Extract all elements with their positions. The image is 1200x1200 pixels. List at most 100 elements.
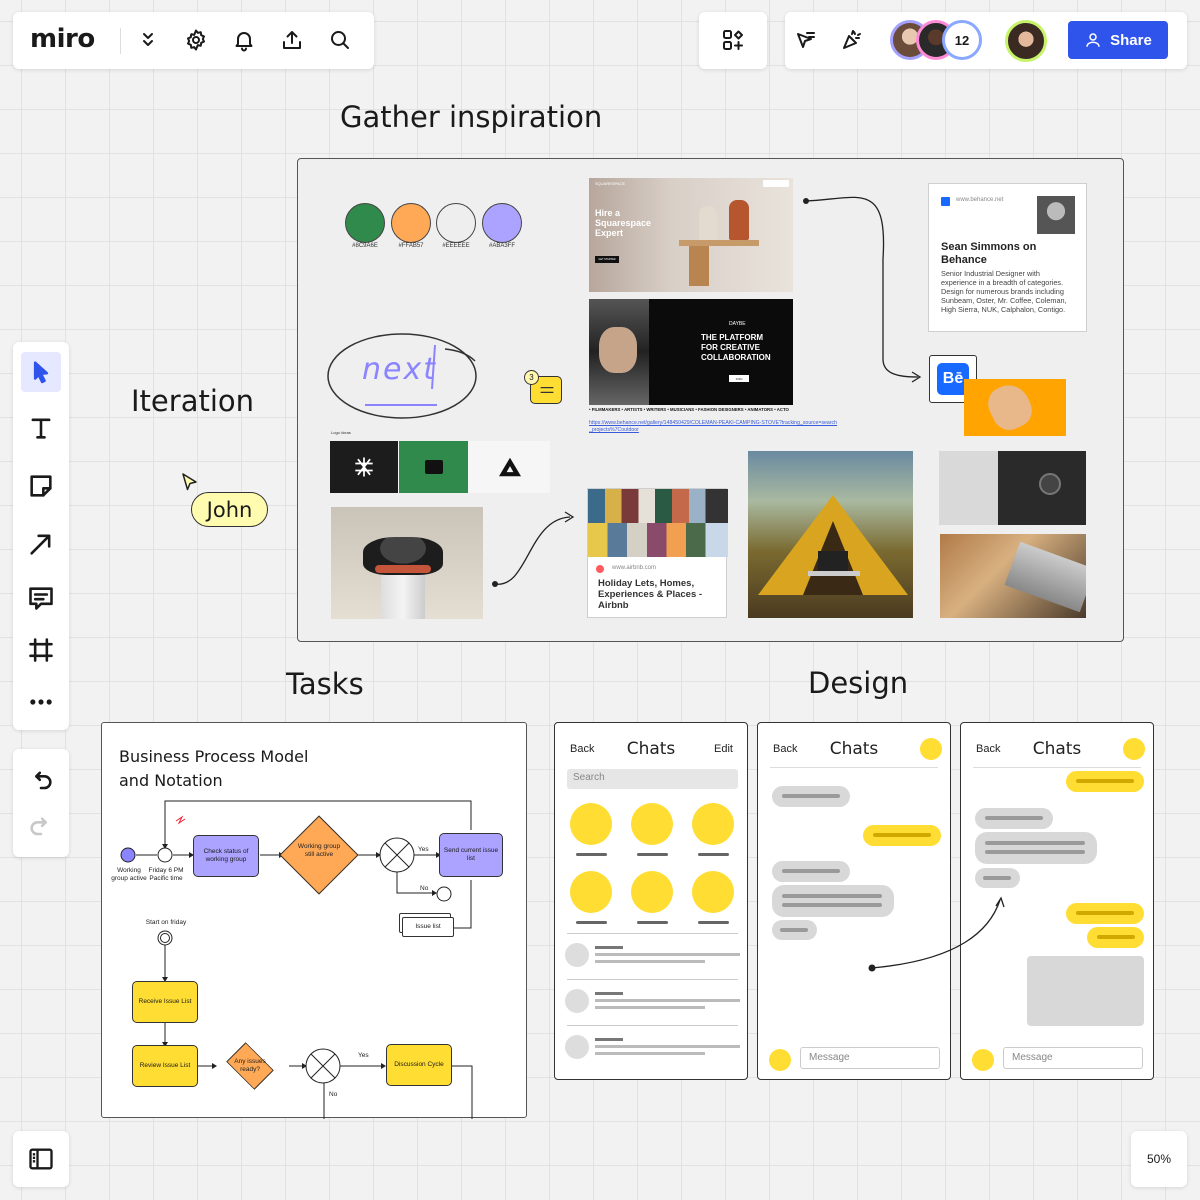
- bpmn-gateway-label: Working group still active: [297, 843, 341, 859]
- toolbar-divider: [120, 28, 121, 54]
- presentation-pointer-button[interactable]: [787, 22, 823, 58]
- export-button[interactable]: [274, 22, 310, 58]
- bpmn-task-check[interactable]: Check status of working group: [193, 835, 259, 877]
- airbnb-site: www.airbnb.com: [612, 565, 657, 571]
- comment-tool[interactable]: [21, 578, 61, 618]
- current-user-avatar[interactable]: [1005, 20, 1047, 62]
- stove-photo[interactable]: [331, 507, 483, 619]
- list-divider: [567, 979, 738, 980]
- hand-shape: [982, 379, 1038, 436]
- contact-avatar[interactable]: [570, 803, 612, 845]
- airbnb-card[interactable]: www.airbnb.com Holiday Lets, Homes, Expe…: [587, 488, 728, 618]
- laptop: [818, 551, 848, 571]
- apps-button[interactable]: [715, 22, 751, 58]
- behance-badge-text: Bē: [942, 370, 964, 387]
- inspiration-frame[interactable]: #8C9A6E #FFAB57 #EEEEEE #ABA3FF next 3 L…: [297, 158, 1124, 642]
- search-button[interactable]: [322, 22, 358, 58]
- bpmn-issue-list[interactable]: Issue list: [402, 917, 454, 937]
- undo-button[interactable]: [21, 761, 61, 801]
- select-tool[interactable]: [21, 352, 61, 392]
- top-left-toolbar: miro: [13, 12, 374, 69]
- settings-button[interactable]: [178, 22, 214, 58]
- more-tools-button[interactable]: [21, 682, 61, 722]
- more-dots-icon: [30, 699, 52, 705]
- squarespace-screenshot[interactable]: SQUARESPACE Hire a Squarespace Expert GE…: [589, 178, 793, 292]
- contact-avatar[interactable]: [692, 871, 734, 913]
- phone-mockup-contacts[interactable]: Back Chats Edit Search: [554, 722, 748, 1080]
- bpmn-task-discussion[interactable]: Discussion Cycle: [386, 1044, 452, 1086]
- search-placeholder: Search: [573, 772, 605, 783]
- message-bubble-sent: [863, 825, 941, 846]
- grill-photo-1[interactable]: [939, 451, 1086, 525]
- board-menu-button[interactable]: [130, 22, 166, 58]
- grill-metal: [1004, 541, 1086, 613]
- link-url[interactable]: https://www.behance.net/gallery/14845042…: [589, 420, 839, 435]
- text-icon: [31, 418, 51, 439]
- creative-platform-screenshot[interactable]: DAYBE THE PLATFORM FOR CREATIVE COLLABOR…: [589, 299, 793, 405]
- color-swatch[interactable]: [436, 203, 476, 243]
- preview-line: [595, 1045, 740, 1048]
- ss-cta-label: GET STARTED: [598, 258, 616, 261]
- message-input[interactable]: Message: [1003, 1047, 1143, 1069]
- bpmn-any-issues-label: Any issues ready?: [234, 1058, 266, 1074]
- contact-avatar[interactable]: [570, 871, 612, 913]
- connector-tool[interactable]: [21, 524, 61, 564]
- upload-icon: [283, 31, 301, 49]
- cp-face: [599, 327, 637, 373]
- header-divider: [973, 767, 1141, 768]
- chat-list-item[interactable]: [565, 1035, 740, 1061]
- bpmn-task-review[interactable]: Review Issue List: [132, 1045, 198, 1087]
- contact-avatar[interactable]: [692, 803, 734, 845]
- bpmn-frame[interactable]: Business Process Model and Notation Work…: [101, 722, 527, 1119]
- frame-tool[interactable]: [21, 630, 61, 670]
- bpmn-timer-label: Friday 6 PM Pacific time: [148, 867, 184, 883]
- contact-avatar[interactable]: [631, 803, 673, 845]
- b-logo-icon: [424, 460, 443, 474]
- celebrate-button[interactable]: [834, 22, 870, 58]
- search-bar[interactable]: Search: [567, 769, 738, 789]
- message-input[interactable]: Message: [800, 1047, 940, 1069]
- logo-strip[interactable]: [330, 441, 550, 493]
- edit-button[interactable]: Edit: [714, 743, 733, 755]
- section-title-gather: Gather inspiration: [340, 100, 603, 134]
- cp-brand: DAYBE: [729, 321, 746, 327]
- grill-photo-2[interactable]: [940, 534, 1086, 618]
- bpmn-task-receive[interactable]: Receive Issue List: [132, 981, 198, 1023]
- message-bubble-received: [772, 861, 850, 882]
- color-swatch[interactable]: [345, 203, 385, 243]
- bpmn-yes-label: Yes: [418, 846, 429, 853]
- comment-lines-icon: [540, 386, 554, 394]
- redo-button[interactable]: [21, 807, 61, 847]
- contact-avatar[interactable]: [1123, 738, 1145, 760]
- share-label: Share: [1110, 31, 1152, 49]
- collaborator-cursor-icon: [182, 473, 197, 491]
- miro-logo[interactable]: miro: [30, 24, 95, 54]
- sticky-note-tool[interactable]: [21, 466, 61, 506]
- contact-avatar[interactable]: [920, 738, 942, 760]
- preview-line: [595, 946, 623, 949]
- text-tool[interactable]: [21, 408, 61, 448]
- behance-avatar: [1037, 196, 1075, 234]
- phone-mockup-chat-2[interactable]: Back Chats Message: [960, 722, 1154, 1080]
- chat-list-item[interactable]: [565, 989, 740, 1015]
- color-swatch[interactable]: [482, 203, 522, 243]
- user-count-badge[interactable]: 12: [942, 20, 982, 60]
- notifications-button[interactable]: [226, 22, 262, 58]
- wooden-hand-photo[interactable]: [964, 379, 1066, 436]
- bpmn-task-send[interactable]: Send current issue list: [439, 833, 503, 877]
- attach-button[interactable]: [769, 1049, 791, 1071]
- message-placeholder: Message: [1012, 1052, 1053, 1063]
- chat-list-item[interactable]: [565, 943, 740, 969]
- behance-card[interactable]: www.behance.net Sean Simmons on Behance …: [928, 183, 1087, 332]
- tent-photo[interactable]: [748, 451, 913, 618]
- attach-button[interactable]: [972, 1049, 994, 1071]
- zoom-control[interactable]: 50%: [1131, 1131, 1187, 1187]
- color-swatch[interactable]: [391, 203, 431, 243]
- ss-person-2: [729, 200, 749, 240]
- share-button[interactable]: Share: [1068, 21, 1168, 59]
- bpmn-no-label-2: No: [329, 1091, 338, 1098]
- logo-tile-green: [399, 441, 468, 493]
- board-panel-toggle[interactable]: [13, 1131, 69, 1187]
- phone-mockup-chat-1[interactable]: Back Chats Message: [757, 722, 951, 1080]
- contact-avatar[interactable]: [631, 871, 673, 913]
